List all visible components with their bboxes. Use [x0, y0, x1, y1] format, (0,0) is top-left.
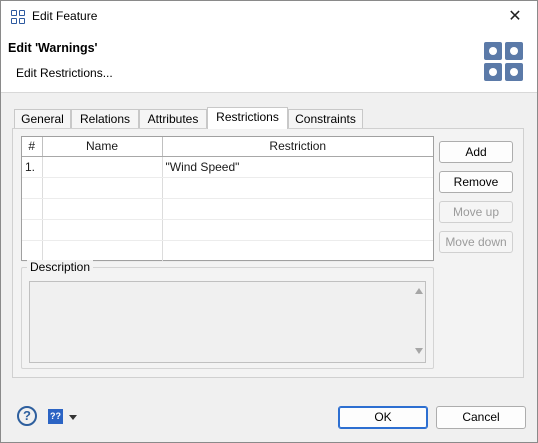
table-row[interactable]	[22, 219, 433, 241]
cell-restriction[interactable]	[162, 219, 433, 241]
cell-number	[22, 198, 43, 220]
title-bar: Edit Feature ✕	[1, 1, 537, 32]
restrictions-table[interactable]: # Name Restriction 1. "Wind Speed"	[21, 136, 434, 262]
scroll-up-arrow-icon[interactable]	[415, 288, 423, 294]
description-textarea[interactable]	[29, 281, 426, 363]
dialog-header: Edit 'Warnings' Edit Restrictions...	[1, 32, 537, 92]
add-button[interactable]: Add	[439, 141, 513, 163]
cell-name[interactable]	[42, 219, 163, 241]
move-down-button[interactable]: Move down	[439, 231, 513, 253]
tab-constraints[interactable]: Constraints	[288, 109, 363, 128]
cell-restriction[interactable]	[162, 240, 433, 262]
table-row[interactable]	[22, 198, 433, 220]
cell-restriction[interactable]	[162, 198, 433, 220]
header-title: Edit 'Warnings'	[8, 41, 98, 55]
cell-name[interactable]	[42, 156, 163, 178]
table-row[interactable]	[22, 240, 433, 262]
column-header-number[interactable]: #	[22, 137, 43, 157]
tab-restrictions[interactable]: Restrictions	[207, 107, 288, 129]
table-row[interactable]	[22, 177, 433, 199]
grid-icon	[11, 10, 25, 24]
description-label: Description	[27, 260, 94, 274]
cell-name[interactable]	[42, 240, 163, 262]
edit-feature-dialog: Edit Feature ✕ Edit 'Warnings' Edit Rest…	[0, 0, 538, 443]
chevron-down-icon[interactable]	[69, 415, 77, 420]
cell-name[interactable]	[42, 198, 163, 220]
cell-number	[22, 240, 43, 262]
table-row[interactable]: 1. "Wind Speed"	[22, 156, 433, 178]
tab-general[interactable]: General	[14, 109, 71, 128]
move-up-button[interactable]: Move up	[439, 201, 513, 223]
cell-restriction[interactable]: "Wind Speed"	[162, 156, 433, 178]
cell-name[interactable]	[42, 177, 163, 199]
column-header-restriction[interactable]: Restriction	[162, 137, 433, 157]
scroll-down-arrow-icon[interactable]	[415, 348, 423, 354]
ok-button[interactable]: OK	[338, 406, 428, 429]
close-button[interactable]: ✕	[493, 1, 537, 32]
column-header-name[interactable]: Name	[42, 137, 163, 157]
restrictions-panel: # Name Restriction 1. "Wind Speed" Add R…	[12, 128, 524, 378]
header-divider	[1, 92, 537, 93]
remove-button[interactable]: Remove	[439, 171, 513, 193]
header-subtitle: Edit Restrictions...	[16, 66, 113, 80]
tab-relations[interactable]: Relations	[71, 109, 139, 128]
cell-restriction[interactable]	[162, 177, 433, 199]
table-header-row: # Name Restriction	[22, 137, 433, 157]
feature-grid-icon	[484, 42, 524, 82]
context-help-icon[interactable]: ??	[48, 409, 63, 424]
tab-attributes[interactable]: Attributes	[139, 109, 207, 128]
cell-number: 1.	[22, 156, 43, 178]
cell-number	[22, 219, 43, 241]
description-group: Description	[21, 260, 434, 369]
cancel-button[interactable]: Cancel	[436, 406, 526, 429]
cell-number	[22, 177, 43, 199]
help-icon[interactable]: ?	[17, 406, 37, 426]
window-title: Edit Feature	[32, 9, 98, 23]
